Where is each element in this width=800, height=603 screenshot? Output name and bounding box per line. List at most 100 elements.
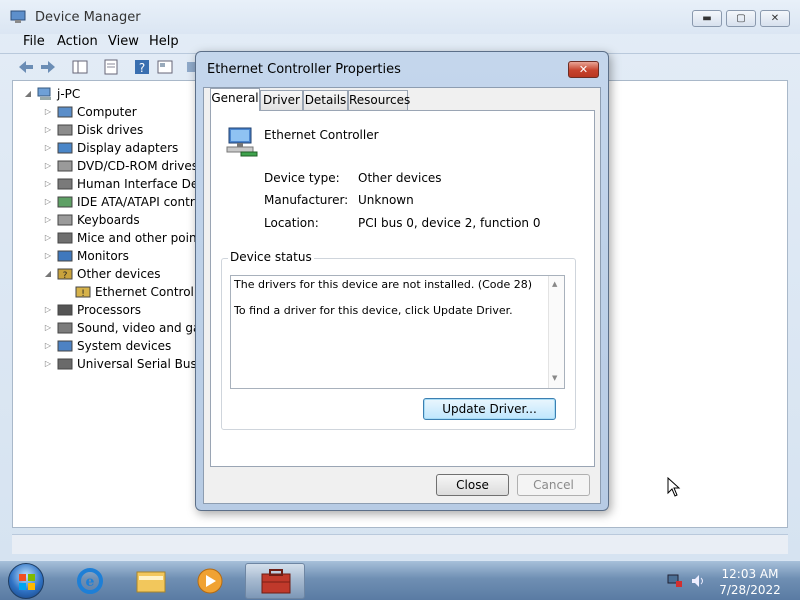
device-status-group: Device status The drivers for this devic…: [221, 250, 576, 430]
expand-arrow-icon[interactable]: ▷: [43, 229, 53, 247]
mouse-icon: [57, 232, 73, 244]
show-hide-tree-icon[interactable]: [70, 57, 90, 77]
expand-arrow-icon[interactable]: ▷: [43, 193, 53, 211]
expand-arrow-icon[interactable]: ▷: [43, 319, 53, 337]
hid-icon: [57, 178, 73, 190]
status-line-error: The drivers for this device are not inst…: [234, 278, 533, 291]
properties-icon[interactable]: [101, 57, 121, 77]
windows-explorer-icon[interactable]: [125, 563, 177, 599]
tree-item-label: Computer: [77, 105, 137, 119]
tab-details[interactable]: Details: [303, 90, 348, 110]
expand-arrow-icon[interactable]: ▷: [43, 247, 53, 265]
tree-item-label: System devices: [77, 339, 172, 353]
usb-icon: [57, 358, 73, 370]
ide-controller-icon: [57, 196, 73, 208]
expand-arrow-icon[interactable]: ▷: [43, 337, 53, 355]
manufacturer-value: Unknown: [358, 193, 414, 207]
tree-root[interactable]: ◢ j-PC: [23, 85, 203, 103]
menu-help[interactable]: Help: [149, 34, 179, 49]
internet-explorer-icon[interactable]: e: [64, 563, 116, 599]
system-devices-icon: [57, 340, 73, 352]
start-button[interactable]: [8, 563, 44, 599]
keyboard-icon: [57, 214, 73, 226]
status-line-hint: To find a driver for this device, click …: [234, 304, 513, 317]
menu-file[interactable]: File: [23, 34, 45, 49]
scroll-up-icon[interactable]: ▲: [552, 280, 557, 288]
disk-drive-icon: [57, 124, 73, 136]
svg-text:!: !: [81, 289, 85, 299]
expand-arrow-icon[interactable]: ▷: [43, 103, 53, 121]
forward-arrow-icon[interactable]: [38, 57, 58, 77]
status-scrollbar[interactable]: ▲ ▼: [548, 276, 564, 388]
tree-item-label: Monitors: [77, 249, 129, 263]
sound-icon: [57, 322, 73, 334]
warning-device-icon: !: [75, 286, 91, 299]
tree-item-label: Mice and other pointin: [77, 231, 213, 245]
update-driver-button[interactable]: Update Driver...: [423, 398, 556, 420]
processor-icon: [57, 304, 73, 316]
expand-arrow-icon[interactable]: ▷: [43, 355, 53, 373]
network-adapter-icon: [226, 127, 258, 157]
help-icon[interactable]: ?: [132, 57, 152, 77]
scroll-down-icon[interactable]: ▼: [552, 374, 557, 382]
cancel-button[interactable]: Cancel: [517, 474, 590, 496]
console-icon[interactable]: [155, 57, 175, 77]
volume-icon[interactable]: [690, 573, 706, 589]
tree-item-label: Disk drives: [77, 123, 144, 137]
expand-arrow-icon[interactable]: ▷: [43, 139, 53, 157]
window-close-button[interactable]: ✕: [760, 10, 790, 27]
dialog-body: General Driver Details Resources Etherne…: [203, 87, 601, 504]
tree-item-label: Processors: [77, 303, 142, 317]
close-button[interactable]: Close: [436, 474, 509, 496]
general-tab-page: Ethernet Controller Device type: Other d…: [210, 110, 595, 467]
device-name: Ethernet Controller: [264, 128, 379, 142]
device-manager-app-icon: [10, 10, 26, 23]
other-devices-icon: ?: [57, 268, 73, 281]
device-manager-icon[interactable]: [245, 563, 305, 599]
clock-time[interactable]: 12:03 AM: [718, 567, 782, 581]
svg-text:?: ?: [139, 61, 145, 75]
media-player-icon[interactable]: [184, 563, 236, 599]
status-bar: [12, 534, 788, 554]
expand-arrow-icon[interactable]: ▷: [43, 301, 53, 319]
collapse-arrow-icon[interactable]: ◢: [43, 265, 53, 283]
svg-text:e: e: [86, 574, 95, 590]
monitor-icon: [57, 250, 73, 262]
expand-arrow-icon[interactable]: ▷: [43, 121, 53, 139]
tab-general[interactable]: General: [210, 88, 260, 111]
dialog-close-icon[interactable]: ✕: [568, 61, 599, 78]
computer-icon: [57, 106, 73, 118]
tab-driver[interactable]: Driver: [260, 90, 303, 110]
device-status-textbox[interactable]: The drivers for this device are not inst…: [230, 275, 565, 389]
tree-root-label: j-PC: [57, 87, 81, 101]
title-bar[interactable]: Device Manager ▬ ▢ ✕: [0, 0, 800, 34]
tree-item-label: Sound, video and gam: [77, 321, 213, 335]
menu-action[interactable]: Action: [57, 34, 98, 49]
manufacturer-label: Manufacturer:: [264, 193, 349, 207]
window-title: Device Manager: [35, 10, 141, 25]
properties-dialog: Ethernet Controller Properties ✕ General…: [195, 51, 609, 511]
back-arrow-icon[interactable]: [16, 57, 36, 77]
tree-item-label: Other devices: [77, 267, 161, 281]
clock-date[interactable]: 7/28/2022: [718, 583, 782, 597]
dialog-title: Ethernet Controller Properties: [207, 62, 401, 77]
taskbar: e 12:03 AM 7/28/2022: [0, 560, 800, 600]
tree-item-label: Universal Serial Bus co: [77, 357, 215, 371]
tree-item-label: Display adapters: [77, 141, 179, 155]
menu-view[interactable]: View: [108, 34, 139, 49]
mouse-cursor-icon: [667, 477, 681, 497]
expand-arrow-icon[interactable]: ▷: [43, 157, 53, 175]
collapse-arrow-icon[interactable]: ◢: [23, 85, 33, 103]
maximize-button[interactable]: ▢: [726, 10, 756, 27]
dvd-drive-icon: [57, 160, 73, 172]
tree-item-label: Keyboards: [77, 213, 140, 227]
menu-bar: File Action View Help: [0, 32, 800, 52]
location-value: PCI bus 0, device 2, function 0: [358, 216, 541, 230]
minimize-button[interactable]: ▬: [692, 10, 722, 27]
expand-arrow-icon[interactable]: ▷: [43, 211, 53, 229]
tree-item-label: Ethernet Controller: [95, 285, 210, 299]
tab-resources[interactable]: Resources: [348, 90, 410, 110]
expand-arrow-icon[interactable]: ▷: [43, 175, 53, 193]
svg-text:?: ?: [63, 271, 68, 281]
network-warning-icon[interactable]: [667, 573, 683, 589]
